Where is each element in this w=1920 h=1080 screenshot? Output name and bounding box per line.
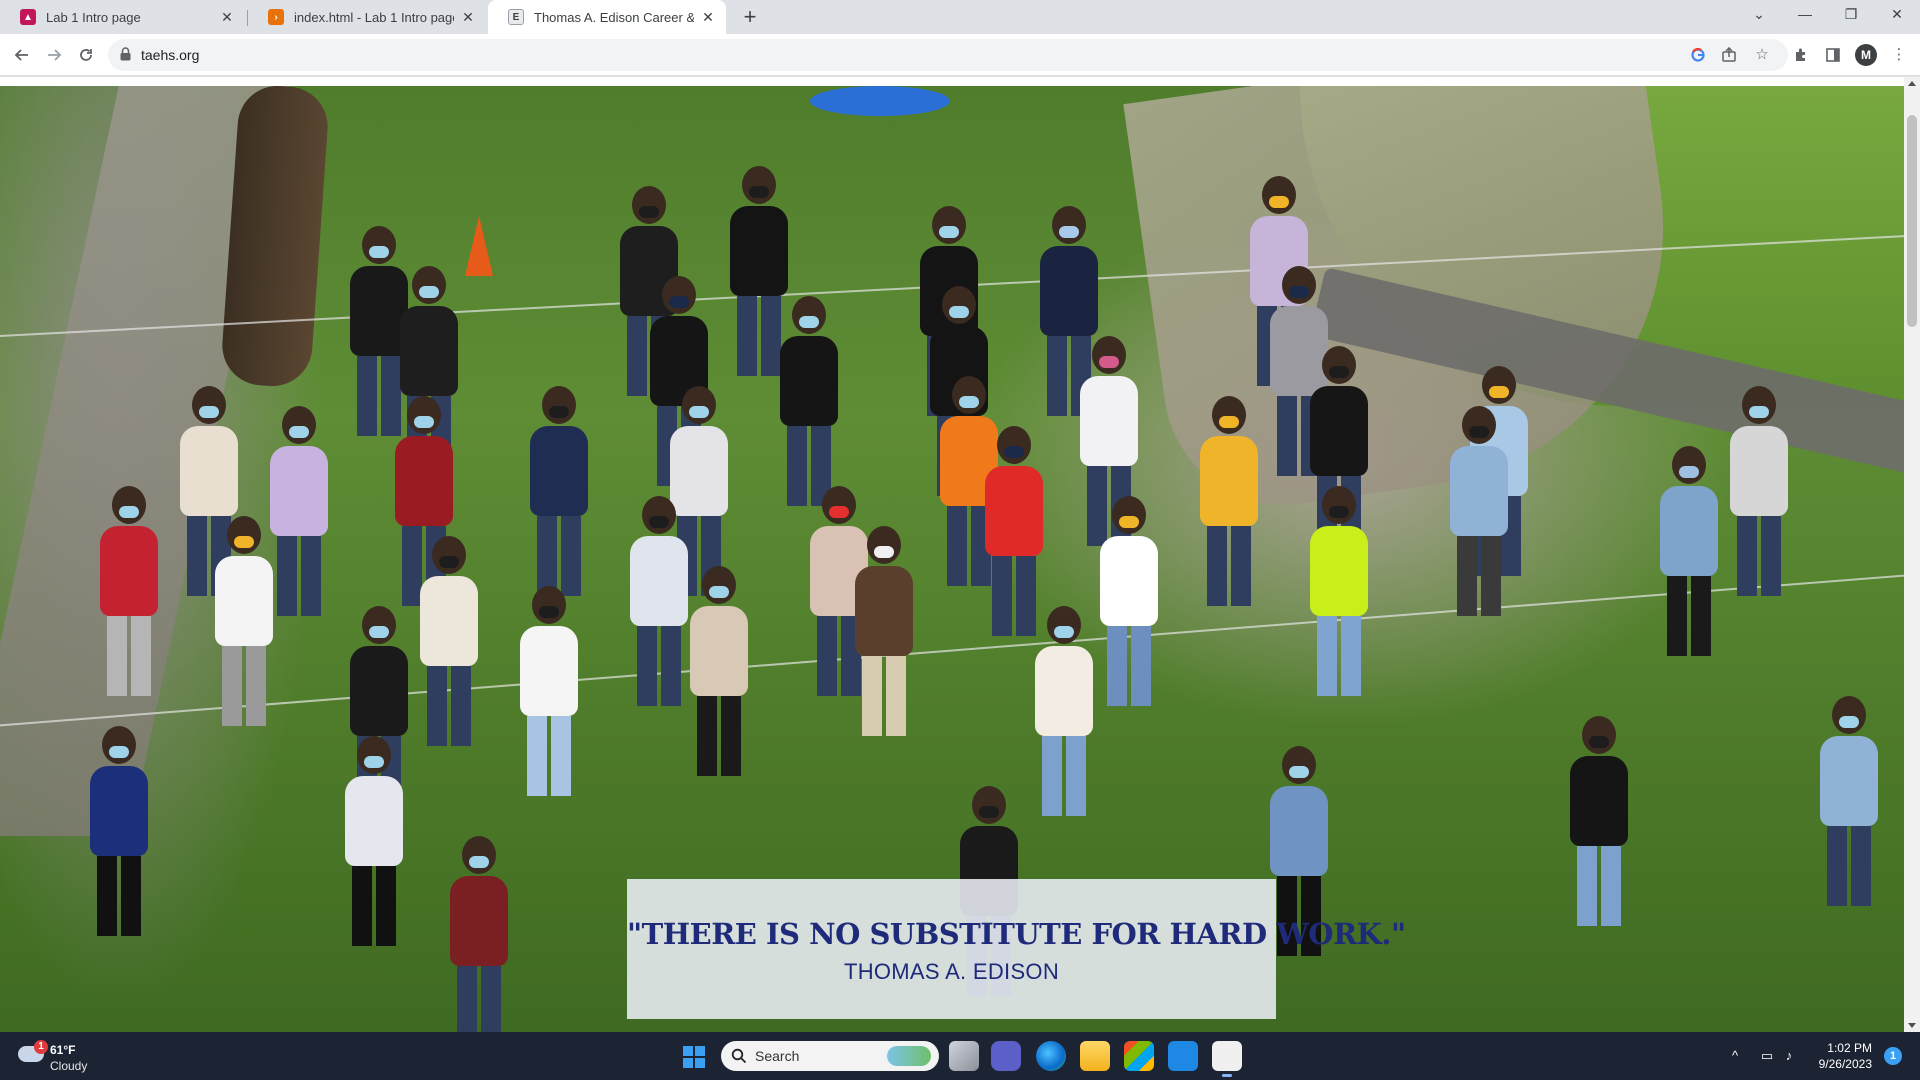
quote-banner: "THERE IS NO SUBSTITUTE FOR HARD WORK." … xyxy=(627,879,1406,1019)
clock-date: 9/26/2023 xyxy=(1818,1057,1872,1071)
student-figure xyxy=(215,516,273,726)
student-figure xyxy=(630,496,688,706)
student-figure xyxy=(520,586,578,796)
student-figure xyxy=(1200,396,1258,606)
volume-icon[interactable]: ♪ xyxy=(1780,1047,1798,1065)
close-window-button[interactable]: ✕ xyxy=(1874,0,1920,30)
page-viewport: "THERE IS NO SUBSTITUTE FOR HARD WORK." … xyxy=(0,77,1920,1032)
student-figure xyxy=(450,836,508,1032)
back-button[interactable] xyxy=(8,41,36,69)
student-figure xyxy=(90,726,148,936)
arrow-left-icon xyxy=(14,49,28,61)
student-figure xyxy=(1570,716,1628,926)
page-scrollbar[interactable] xyxy=(1904,77,1920,1032)
student-figure xyxy=(270,406,328,616)
restore-button[interactable]: ❐ xyxy=(1828,0,1874,30)
edge-browser-icon[interactable] xyxy=(1036,1041,1066,1071)
tab-label: Thomas A. Edison Career & Tech xyxy=(534,9,694,25)
search-highlight-image xyxy=(887,1046,931,1066)
system-clock[interactable]: 1:02 PM 9/26/2023 xyxy=(1808,1040,1872,1072)
profile-avatar[interactable]: M xyxy=(1855,44,1877,66)
share-icon[interactable] xyxy=(1716,42,1742,68)
hero-photo: "THERE IS NO SUBSTITUTE FOR HARD WORK." … xyxy=(0,86,1904,1032)
student-figure xyxy=(420,536,478,746)
tab-close-icon[interactable]: ✕ xyxy=(219,9,235,25)
school-favicon-icon: E xyxy=(508,9,524,25)
task-view-icon[interactable] xyxy=(949,1041,979,1071)
student-figure xyxy=(780,296,838,506)
forward-button[interactable] xyxy=(40,41,68,69)
student-figure xyxy=(1100,496,1158,706)
menu-icon[interactable]: ⋮ xyxy=(1886,42,1912,68)
student-figure xyxy=(100,486,158,696)
arrow-right-icon xyxy=(48,49,62,61)
student-figure xyxy=(1310,486,1368,696)
url-text: taehs.org xyxy=(141,47,200,63)
teams-chat-icon[interactable] xyxy=(991,1041,1021,1071)
show-hidden-icons-icon[interactable]: ^ xyxy=(1726,1047,1744,1065)
mail-icon[interactable] xyxy=(1168,1041,1198,1071)
scroll-up-arrow-icon[interactable] xyxy=(1908,81,1916,86)
tab-index-html[interactable]: › index.html - Lab 1 Intro page-M ✕ xyxy=(248,0,486,34)
file-explorer-icon[interactable] xyxy=(1080,1041,1110,1071)
address-bar[interactable]: taehs.org xyxy=(108,39,1788,71)
browser-toolbar: taehs.org ☆ M ⋮ xyxy=(0,34,1920,76)
student-figure xyxy=(985,426,1043,636)
notepad-app-icon[interactable] xyxy=(1212,1041,1242,1077)
student-figure xyxy=(530,386,588,596)
notification-badge[interactable]: 1 xyxy=(1884,1047,1902,1065)
weather-temperature: 61°F xyxy=(50,1043,76,1057)
student-figure xyxy=(1820,696,1878,906)
weather-alert-badge: 1 xyxy=(34,1040,48,1054)
taskbar-search[interactable]: Search xyxy=(721,1041,939,1071)
scroll-thumb[interactable] xyxy=(1907,115,1917,327)
search-icon xyxy=(731,1048,747,1064)
extensions-icon[interactable] xyxy=(1788,42,1814,68)
lab-favicon-icon: ▲ xyxy=(20,9,36,25)
student-figure xyxy=(855,526,913,736)
lock-icon xyxy=(120,47,131,61)
tab-strip: ▲ Lab 1 Intro page ✕ › index.html - Lab … xyxy=(0,0,1920,34)
tab-label: Lab 1 Intro page xyxy=(46,9,141,25)
network-icon[interactable]: ▭ xyxy=(1758,1047,1776,1065)
tab-label: index.html - Lab 1 Intro page-M xyxy=(294,9,454,25)
tab-lab-1-intro[interactable]: ▲ Lab 1 Intro page ✕ xyxy=(0,0,245,34)
student-figure xyxy=(1450,406,1508,616)
tab-close-icon[interactable]: ✕ xyxy=(700,9,716,25)
minimize-button[interactable]: — xyxy=(1782,0,1828,30)
windows-taskbar: 1 61°F Cloudy Search ^ ▭ ♪ 1:02 PM 9/26/… xyxy=(0,1032,1920,1080)
student-figure xyxy=(345,736,403,946)
weather-condition: Cloudy xyxy=(50,1059,88,1073)
search-label: Search xyxy=(755,1048,800,1064)
new-tab-button[interactable]: + xyxy=(736,4,764,32)
quote-author: THOMAS A. EDISON xyxy=(843,959,1060,984)
quote-text: "THERE IS NO SUBSTITUTE FOR HARD WORK." xyxy=(627,917,1406,951)
student-figure xyxy=(1660,446,1718,656)
microsoft-store-icon[interactable] xyxy=(1124,1041,1154,1071)
scroll-down-arrow-icon[interactable] xyxy=(1908,1023,1916,1028)
reload-icon xyxy=(80,49,92,61)
tab-close-icon[interactable]: ✕ xyxy=(460,9,476,25)
star-icon[interactable]: ☆ xyxy=(1749,42,1775,68)
sidepanel-icon[interactable] xyxy=(1820,42,1846,68)
reload-button[interactable] xyxy=(72,41,100,69)
student-figure xyxy=(690,566,748,776)
weather-widget[interactable]: 1 61°F Cloudy xyxy=(14,1040,134,1074)
google-icon[interactable] xyxy=(1685,42,1711,68)
tab-search-dropdown-icon[interactable]: ⌄ xyxy=(1736,0,1782,30)
tab-thomas-edison[interactable]: E Thomas A. Edison Career & Tech ✕ xyxy=(488,0,726,34)
code-favicon-icon: › xyxy=(268,9,284,25)
student-figure xyxy=(1730,386,1788,596)
windows-start-icon[interactable] xyxy=(683,1046,705,1068)
student-figure xyxy=(1035,606,1093,816)
clock-time: 1:02 PM xyxy=(1827,1041,1872,1055)
